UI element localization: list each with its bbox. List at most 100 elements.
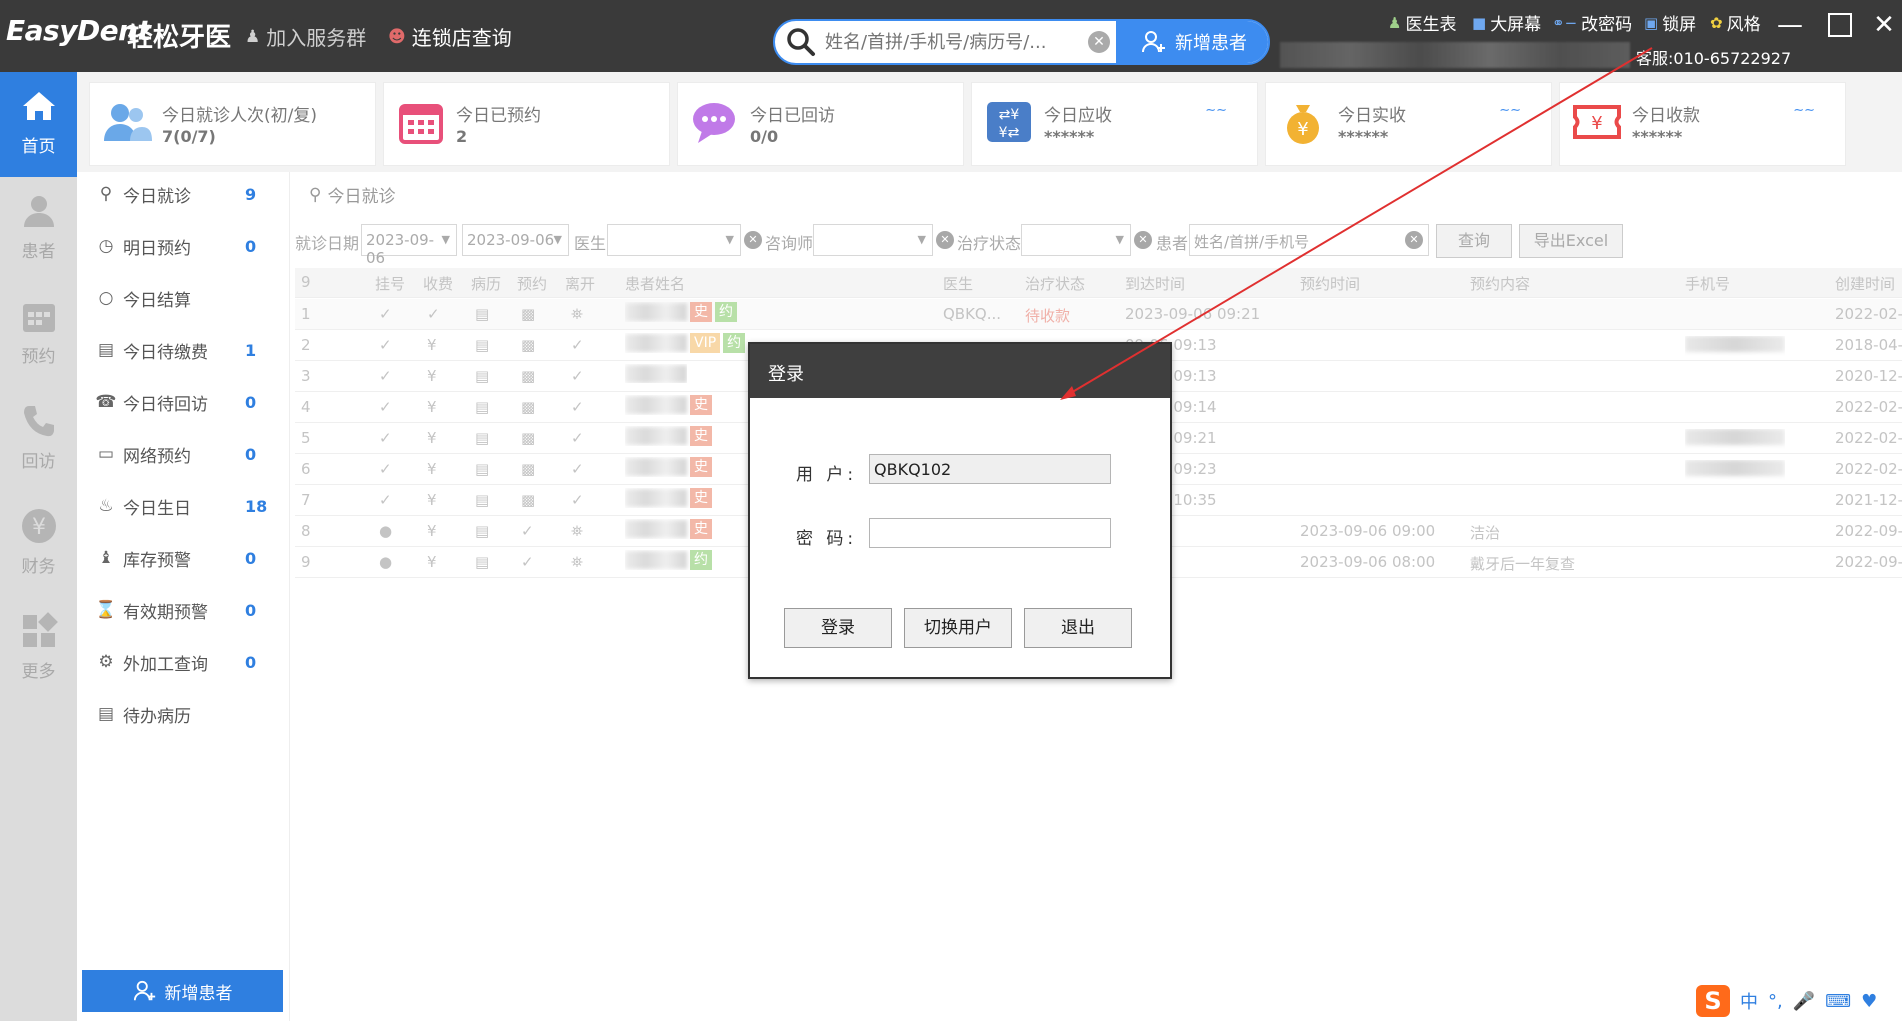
login-button[interactable]: 登录 [784,608,892,648]
new-patient-top-button[interactable]: 新增患者 [1116,21,1268,63]
record-icon[interactable]: ▤ [475,367,489,385]
record-icon[interactable]: ▤ [475,460,489,478]
check-icon[interactable]: ✓ [571,429,584,447]
date-to-select[interactable]: 2023-09-06 ▼ [462,224,569,256]
column-header[interactable]: 预约内容 [1470,273,1530,294]
sidebar-item-today-visit[interactable]: ⚲ 今日就诊 9 [77,172,290,216]
sidebar-item-stock-alert[interactable]: ♝ 库存预警 0 [77,536,290,580]
yen-icon[interactable]: ¥ [427,398,437,416]
clear-patient-icon[interactable]: ✕ [1405,231,1423,249]
appointment-icon[interactable]: ▩ [521,336,535,354]
column-header[interactable]: 预约时间 [1300,273,1360,294]
sogou-icon[interactable]: S [1696,985,1730,1017]
join-group-link[interactable]: ♟ 加入服务群 [245,22,366,51]
stat-card-followups[interactable]: 今日已回访 0/0 [677,82,964,166]
record-icon[interactable]: ▤ [475,553,489,571]
clear-search-icon[interactable]: ✕ [1088,31,1110,53]
hidden-eye-icon[interactable]: ∼∼ [1205,103,1227,118]
sidebar-item-online-appt[interactable]: ▭ 网络预约 0 [77,432,290,476]
date-from-select[interactable]: 2023-09-06 ▼ [361,224,457,267]
walk-icon[interactable]: ⛯ [571,553,583,571]
column-header[interactable]: 离开 [565,273,595,294]
nav-more[interactable]: 更多 [0,597,77,702]
walk-icon[interactable]: ⛯ [571,305,583,323]
location-icon[interactable]: ● [379,553,392,571]
column-header[interactable]: 患者姓名 [625,273,685,294]
patient-name[interactable]: 史约 [625,302,737,322]
patient-name[interactable]: 史 [625,488,712,508]
clear-status-icon[interactable]: ✕ [1134,231,1152,249]
export-excel-button[interactable]: 导出Excel [1519,224,1623,258]
column-header[interactable]: 医生 [943,273,973,294]
yen-icon[interactable]: ¥ [427,336,437,354]
clear-consultant-icon[interactable]: ✕ [936,231,954,249]
patient-name[interactable] [625,364,687,383]
appointment-icon[interactable]: ▩ [521,429,535,447]
patient-name[interactable]: 史 [625,457,712,477]
nav-finance[interactable]: ¥ 财务 [0,492,77,597]
yen-icon[interactable]: ¥ [427,460,437,478]
column-header[interactable]: 预约 [517,273,547,294]
column-header[interactable]: 挂号 [375,273,405,294]
record-icon[interactable]: ▤ [475,429,489,447]
stat-card-visits[interactable]: 今日就诊人次(初/复) 7(0/7) [89,82,376,166]
appointment-icon[interactable]: ▩ [521,460,535,478]
table-row[interactable]: 1 ✓ ✓ ▤ ▩ ⛯ 史约 QBKQ... 待收款 2023-09-06 09:21 2022-0… [295,299,1902,330]
column-header[interactable]: 到达时间 [1125,273,1185,294]
ime-language[interactable]: 中 [1740,988,1758,1014]
appointment-icon[interactable]: ▩ [521,305,535,323]
skin-icon[interactable]: ♥ [1861,991,1877,1012]
check-icon[interactable]: ✓ [379,398,392,416]
microphone-icon[interactable]: 🎤 [1793,991,1815,1012]
doctor-select[interactable]: ▼ [607,224,741,256]
big-screen-link[interactable]: ■ 大屏幕 [1472,10,1541,36]
change-password-link[interactable]: ⚭− 改密码 [1552,10,1632,36]
record-icon[interactable]: ▤ [475,491,489,509]
nav-patient[interactable]: 患者 [0,177,77,282]
sidebar-item-tomorrow-appt[interactable]: ◷ 明日预约 0 [77,224,290,268]
column-header[interactable]: 治疗状态 [1025,273,1085,294]
chain-query-link[interactable]: ☻ 连锁店查询 [388,22,512,51]
stat-card-receivable[interactable]: ⇄¥ ¥⇄ 今日应收 ****** ∼∼ [971,82,1258,166]
record-icon[interactable]: ▤ [475,336,489,354]
check-icon[interactable]: ✓ [571,336,584,354]
patient-filter-input[interactable]: 姓名/首拼/手机号 [1189,224,1429,256]
column-header[interactable]: 病历 [471,273,501,294]
hidden-eye-icon[interactable]: ∼∼ [1499,103,1521,118]
nav-followup[interactable]: 回访 [0,387,77,492]
column-header[interactable]: 手机号 [1685,273,1730,294]
check-icon[interactable]: ✓ [379,367,392,385]
patient-name[interactable]: 约 [625,550,712,570]
patient-name[interactable]: VIP 约 [625,333,746,353]
patient-name[interactable]: 史 [625,519,712,539]
yen-icon[interactable]: ¥ [427,553,437,571]
doctor-table-link[interactable]: ♟ 医生表 [1388,10,1456,36]
sidebar-item-pending-record[interactable]: ▤ 待办病历 [77,692,290,736]
nav-appointment[interactable]: 预约 [0,282,77,387]
hidden-eye-icon[interactable]: ∼∼ [1793,103,1815,118]
password-input[interactable] [869,518,1111,548]
check-icon[interactable]: ✓ [571,367,584,385]
walk-icon[interactable]: ⛯ [571,522,583,540]
check-icon[interactable]: ✓ [521,522,534,540]
check-icon[interactable]: ✓ [427,305,440,323]
close-icon[interactable]: ✕ [1866,8,1902,44]
column-header[interactable]: 收费 [423,273,453,294]
check-icon[interactable]: ✓ [571,491,584,509]
column-header[interactable]: 创建时间 [1835,273,1895,294]
record-icon[interactable]: ▤ [475,305,489,323]
keyboard-icon[interactable]: ⌨ [1825,991,1851,1012]
sidebar-item-birthday[interactable]: ♨ 今日生日 18 [77,484,290,528]
record-icon[interactable]: ▤ [475,398,489,416]
yen-icon[interactable]: ¥ [427,491,437,509]
location-icon[interactable]: ● [379,522,392,540]
appointment-icon[interactable]: ▩ [521,491,535,509]
sidebar-item-pending-payment[interactable]: ▤ 今日待缴费 1 [77,328,290,372]
sidebar-item-today-settle[interactable]: ○ 今日结算 [77,276,290,320]
appointment-icon[interactable]: ▩ [521,367,535,385]
search-input[interactable] [825,28,1055,56]
stat-card-received[interactable]: ¥ 今日实收 ****** ∼∼ [1265,82,1552,166]
column-header[interactable]: 9 [301,273,311,291]
nav-home[interactable]: 首页 [0,72,77,177]
status-select[interactable]: ▼ [1021,224,1131,256]
